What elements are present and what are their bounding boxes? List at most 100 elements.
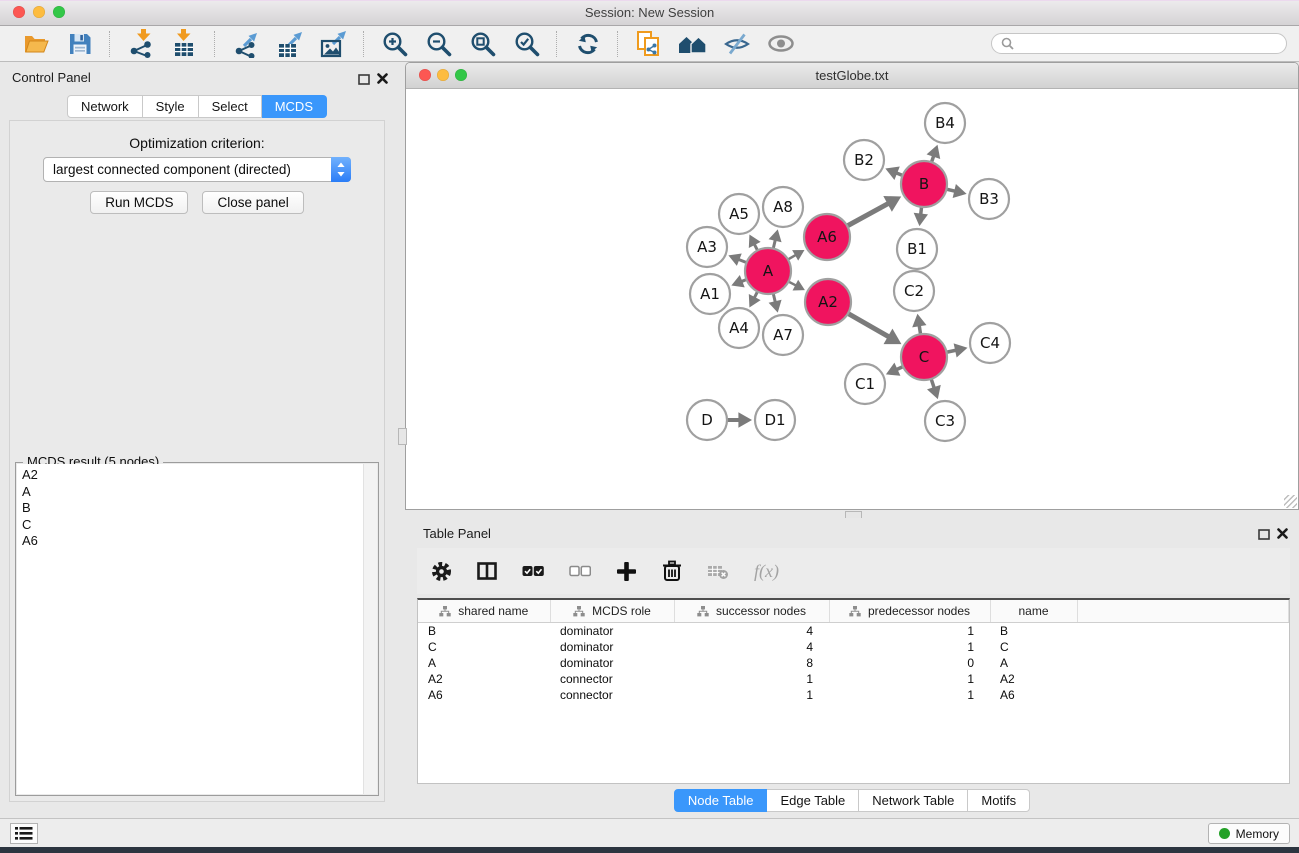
network-graph[interactable]: B4B2BB3A5A8A6B1A3AA1C2A2A4A7C4CC1C3DD1 [406, 89, 1298, 509]
hide-selected-button[interactable] [718, 28, 755, 59]
graph-node-A1[interactable]: A1 [690, 274, 730, 314]
table-cell[interactable]: 1 [674, 671, 829, 687]
graph-node-C2[interactable]: C2 [894, 271, 934, 311]
table-cell[interactable]: connector [550, 687, 674, 703]
result-list-item[interactable]: A2 [22, 467, 377, 484]
table-cell[interactable]: dominator [550, 639, 674, 655]
table-cell[interactable]: 8 [674, 655, 829, 671]
result-scrollbar[interactable] [363, 464, 377, 794]
close-panel-button[interactable]: Close panel [202, 191, 303, 214]
table-row[interactable]: Bdominator41B [418, 623, 1289, 640]
zoom-in-button[interactable] [376, 28, 413, 59]
graph-node-B[interactable]: B [901, 161, 947, 207]
table-cell[interactable]: A2 [990, 671, 1077, 687]
apply-function-button[interactable]: f(x) [754, 558, 779, 584]
table-row[interactable]: A2connector11A2 [418, 671, 1289, 687]
table-cell[interactable]: 0 [829, 655, 990, 671]
add-column-button[interactable] [616, 558, 637, 584]
graph-node-A4[interactable]: A4 [719, 308, 759, 348]
table-cell[interactable]: 1 [829, 639, 990, 655]
import-table-button[interactable] [166, 28, 203, 59]
refresh-button[interactable] [569, 28, 606, 59]
graph-node-B1[interactable]: B1 [897, 229, 937, 269]
export-table-button[interactable] [271, 28, 308, 59]
column-header-successor-nodes[interactable]: successor nodes [674, 600, 829, 623]
graph-node-D[interactable]: D [687, 400, 727, 440]
graph-node-B2[interactable]: B2 [844, 140, 884, 180]
tab-style[interactable]: Style [143, 95, 199, 118]
table-cell[interactable]: A [418, 655, 550, 671]
graph-node-A[interactable]: A [745, 248, 791, 294]
show-graphics-details-button[interactable] [762, 28, 799, 59]
result-list-item[interactable]: A [22, 484, 377, 501]
table-cell[interactable]: A [990, 655, 1077, 671]
table-row[interactable]: A6connector11A6 [418, 687, 1289, 703]
graph-node-B3[interactable]: B3 [969, 179, 1009, 219]
graph-node-C3[interactable]: C3 [925, 401, 965, 441]
network-from-selection-button[interactable] [630, 28, 667, 59]
tab-network-table[interactable]: Network Table [859, 789, 968, 812]
table-cell[interactable]: 4 [674, 623, 829, 640]
close-table-panel-icon[interactable] [1277, 526, 1288, 544]
graph-node-C[interactable]: C [901, 334, 947, 380]
tab-edge-table[interactable]: Edge Table [767, 789, 859, 812]
result-list-item[interactable]: C [22, 517, 377, 534]
network-minimize-traffic-light[interactable] [437, 69, 449, 81]
table-cell[interactable]: 1 [829, 687, 990, 703]
graph-node-A6[interactable]: A6 [804, 214, 850, 260]
save-session-button[interactable] [61, 28, 98, 59]
tab-node-table[interactable]: Node Table [674, 789, 768, 812]
table-cell[interactable]: 1 [674, 687, 829, 703]
open-session-button[interactable] [17, 28, 54, 59]
tab-mcds[interactable]: MCDS [262, 95, 327, 118]
zoom-fit-button[interactable] [464, 28, 501, 59]
delete-column-button[interactable] [662, 558, 682, 584]
task-history-button[interactable] [10, 823, 38, 844]
home-button[interactable] [674, 28, 711, 59]
tab-network[interactable]: Network [67, 95, 143, 118]
export-network-button[interactable] [227, 28, 264, 59]
float-table-panel-icon[interactable] [1258, 527, 1270, 545]
table-cell[interactable]: dominator [550, 655, 674, 671]
table-cell[interactable]: A6 [418, 687, 550, 703]
table-cell[interactable]: 1 [829, 623, 990, 640]
network-canvas[interactable]: B4B2BB3A5A8A6B1A3AA1C2A2A4A7C4CC1C3DD1 [406, 89, 1298, 509]
graph-node-A5[interactable]: A5 [719, 194, 759, 234]
table-row[interactable]: Adominator80A [418, 655, 1289, 671]
run-mcds-button[interactable]: Run MCDS [90, 191, 188, 214]
deselect-all-button[interactable] [569, 558, 591, 584]
table-cell[interactable]: 1 [829, 671, 990, 687]
graph-node-C1[interactable]: C1 [845, 364, 885, 404]
search-input[interactable] [1019, 36, 1277, 52]
memory-button[interactable]: Memory [1208, 823, 1290, 844]
column-header-predecessor-nodes[interactable]: predecessor nodes [829, 600, 990, 623]
float-panel-icon[interactable] [358, 72, 370, 90]
graph-node-A8[interactable]: A8 [763, 187, 803, 227]
graph-node-A7[interactable]: A7 [763, 315, 803, 355]
table-cell[interactable]: B [990, 623, 1077, 640]
result-list-item[interactable]: B [22, 500, 377, 517]
import-network-button[interactable] [122, 28, 159, 59]
table-cell[interactable]: connector [550, 671, 674, 687]
show-column-button[interactable] [477, 558, 497, 584]
table-row[interactable]: Cdominator41C [418, 639, 1289, 655]
column-header-shared-name[interactable]: shared name [418, 600, 550, 623]
delete-table-button[interactable] [707, 558, 729, 584]
table-cell[interactable]: 4 [674, 639, 829, 655]
close-panel-icon[interactable] [377, 71, 388, 89]
column-header-mcds-role[interactable]: MCDS role [550, 600, 674, 623]
tab-select[interactable]: Select [199, 95, 262, 118]
column-header-name[interactable]: name [990, 600, 1077, 623]
vertical-splitter-grip[interactable] [398, 428, 407, 445]
zoom-selected-button[interactable] [508, 28, 545, 59]
table-cell[interactable]: B [418, 623, 550, 640]
graph-node-A2[interactable]: A2 [805, 279, 851, 325]
resize-grip-icon[interactable] [1284, 495, 1297, 508]
table-cell[interactable]: A2 [418, 671, 550, 687]
result-list-item[interactable]: A6 [22, 533, 377, 550]
export-image-button[interactable] [315, 28, 352, 59]
network-zoom-traffic-light[interactable] [455, 69, 467, 81]
network-close-traffic-light[interactable] [419, 69, 431, 81]
graph-node-C4[interactable]: C4 [970, 323, 1010, 363]
zoom-out-button[interactable] [420, 28, 457, 59]
